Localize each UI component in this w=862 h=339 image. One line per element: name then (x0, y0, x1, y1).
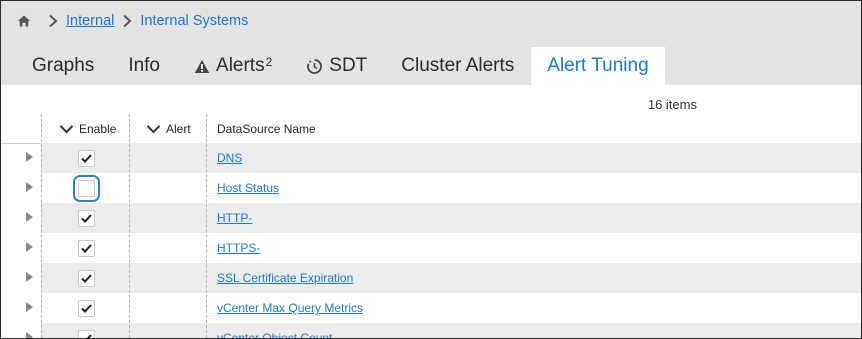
tab-alerts[interactable]: Alerts 2 (177, 47, 289, 85)
column-divider (129, 114, 130, 338)
datasource-name-link[interactable]: DNS (217, 151, 242, 165)
table-row: HTTPS- (1, 233, 861, 263)
row-background (41, 233, 861, 263)
enable-checkbox[interactable] (78, 210, 95, 227)
chevron-right-icon (122, 14, 132, 28)
checkmark-icon (81, 214, 92, 223)
tab-label: Alerts (216, 55, 265, 76)
table-header: Enable Alert DataSource Name (1, 114, 861, 144)
breadcrumb-current: Internal Systems (140, 13, 249, 29)
table-body: DNS Host Status HTTP- HTTPS- SSL Certificate… (1, 143, 861, 338)
table-row: vCenter Max Query Metrics (1, 293, 861, 323)
breadcrumb-link-internal[interactable]: Internal (66, 13, 114, 29)
table-row: HTTP- (1, 203, 861, 233)
row-background (41, 293, 861, 323)
column-header-enable[interactable]: Enable (59, 114, 116, 143)
tab-label: Cluster Alerts (401, 55, 515, 76)
expand-arrow-icon[interactable] (26, 302, 33, 312)
column-divider (206, 114, 207, 338)
datasource-name-link[interactable]: vCenter Max Query Metrics (217, 301, 363, 315)
column-header-alert[interactable]: Alert (146, 114, 191, 143)
datasource-name-link[interactable]: Host Status (217, 181, 279, 195)
row-background (41, 173, 861, 203)
tab-alert-tuning[interactable]: Alert Tuning (531, 47, 665, 85)
table-row: DNS (1, 143, 861, 173)
row-background (41, 203, 861, 233)
item-count: 16 items (647, 97, 697, 112)
tab-label: SDT (329, 55, 368, 76)
expand-arrow-icon[interactable] (26, 182, 33, 192)
datasource-name-link[interactable]: vCenter Object Count (217, 331, 332, 338)
header-area: Internal Internal Systems Graphs Info Al… (1, 1, 861, 85)
tab-bar: Graphs Info Alerts 2 SDT Cluster Alerts (15, 47, 665, 85)
chevron-right-icon (48, 14, 58, 28)
column-label: Enable (79, 121, 117, 136)
row-background (41, 143, 861, 173)
datasource-name-link[interactable]: HTTPS- (217, 241, 260, 255)
sdt-clock-icon (306, 58, 323, 75)
expand-arrow-icon[interactable] (26, 332, 33, 338)
column-label: DataSource Name (217, 121, 316, 136)
datasource-name-link[interactable]: SSL Certificate Expiration (217, 271, 353, 285)
expand-arrow-icon[interactable] (26, 152, 33, 162)
checkmark-icon (81, 244, 92, 253)
checkmark-icon (81, 154, 92, 163)
tab-info[interactable]: Info (111, 47, 177, 85)
chevron-down-icon (146, 124, 161, 134)
tab-label: Graphs (32, 55, 95, 76)
expand-arrow-icon[interactable] (26, 272, 33, 282)
column-header-datasource-name[interactable]: DataSource Name (217, 114, 316, 143)
tab-label: Info (128, 55, 161, 76)
expand-arrow-icon[interactable] (26, 242, 33, 252)
tab-label: Alert Tuning (547, 55, 649, 76)
enable-checkbox[interactable] (78, 300, 95, 317)
enable-checkbox[interactable] (78, 330, 95, 338)
datasource-name-link[interactable]: HTTP- (217, 211, 252, 225)
table-row: Host Status (1, 173, 861, 203)
chevron-down-icon (59, 124, 74, 134)
row-background (41, 263, 861, 293)
enable-checkbox[interactable] (78, 240, 95, 257)
enable-checkbox[interactable] (73, 175, 100, 202)
table-row: vCenter Object Count (1, 323, 861, 338)
breadcrumb: Internal Internal Systems (17, 11, 248, 31)
checkmark-icon (82, 334, 92, 338)
app-window: Internal Internal Systems Graphs Info Al… (0, 0, 862, 339)
enable-checkbox[interactable] (78, 270, 95, 287)
expand-arrow-icon[interactable] (26, 212, 33, 222)
row-background (41, 323, 861, 338)
table-row: SSL Certificate Expiration (1, 263, 861, 293)
column-label: Alert (166, 121, 191, 136)
tab-sdt[interactable]: SDT (289, 47, 384, 85)
alerts-count-badge: 2 (265, 55, 273, 69)
home-icon[interactable] (17, 14, 31, 28)
warning-icon (194, 59, 210, 74)
enable-checkbox[interactable] (78, 150, 95, 167)
column-divider (41, 114, 42, 338)
tab-graphs[interactable]: Graphs (15, 47, 111, 85)
checkmark-icon (81, 274, 92, 283)
checkmark-icon (81, 304, 92, 313)
tab-cluster-alerts[interactable]: Cluster Alerts (384, 47, 531, 85)
